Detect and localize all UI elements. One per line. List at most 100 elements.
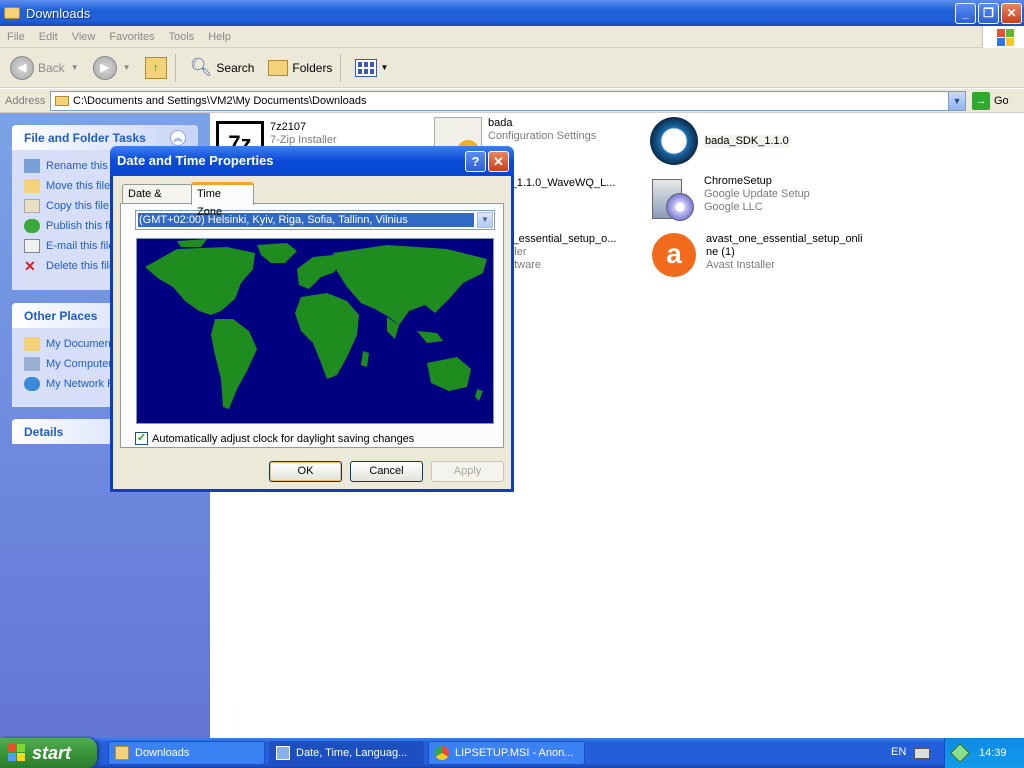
forward-arrow-icon: ▶ — [92, 55, 117, 80]
start-button[interactable]: start — [0, 738, 97, 768]
rename-icon — [24, 159, 40, 173]
time-zone-panel: (GMT+02:00) Helsinki, Kyiv, Riga, Sofia,… — [120, 203, 504, 448]
task-label: Publish this file — [46, 220, 120, 232]
collapse-chevron-icon[interactable]: ︽ — [170, 129, 186, 146]
address-dropdown-button[interactable]: ▼ — [948, 92, 965, 110]
menu-edit[interactable]: Edit — [32, 31, 65, 43]
task-label: LIPSETUP.MSI - Anon... — [455, 747, 574, 759]
task-label: E-mail this file — [46, 240, 115, 252]
dialog-titlebar[interactable]: Date and Time Properties ? ✕ — [110, 146, 514, 176]
address-bar: Address C:\Documents and Settings\VM2\My… — [0, 89, 1024, 113]
file-name-cont: ne (1) — [706, 246, 735, 258]
close-button[interactable]: ✕ — [1001, 3, 1022, 24]
search-button[interactable]: 🔍︎ Search — [186, 52, 259, 84]
back-label: Back — [38, 60, 65, 75]
windows-logo-icon — [982, 26, 1024, 48]
network-icon — [24, 377, 40, 391]
menu-favorites[interactable]: Favorites — [102, 31, 161, 43]
network-status-icon[interactable] — [950, 743, 970, 763]
toolbar: ◀ Back ▼ ▶ ▼ ↑ 🔍︎ Search Folders ▼ — [0, 48, 1024, 88]
address-input[interactable]: C:\Documents and Settings\VM2\My Documen… — [50, 91, 966, 111]
file-name: ChromeSetup — [704, 175, 772, 187]
keyboard-icon[interactable] — [914, 748, 930, 759]
ok-button[interactable]: OK — [269, 461, 342, 482]
move-icon — [24, 179, 40, 193]
system-tray: 14:39 — [944, 738, 1024, 768]
task-label: Delete this file — [46, 260, 116, 272]
menu-bar: File Edit View Favorites Tools Help — [0, 26, 1024, 48]
maximize-button[interactable]: ❐ — [978, 3, 999, 24]
chevron-down-icon: ▼ — [70, 63, 79, 72]
dialog-title: Date and Time Properties — [117, 153, 274, 168]
menu-tools[interactable]: Tools — [162, 31, 202, 43]
back-button[interactable]: ◀ Back ▼ — [6, 52, 83, 84]
file-name: bada — [488, 117, 513, 129]
task-lipsetup[interactable]: LIPSETUP.MSI - Anon... — [428, 741, 585, 765]
task-downloads[interactable]: Downloads — [108, 741, 265, 765]
place-label: My Computer — [46, 358, 113, 370]
chevron-down-icon: ▼ — [380, 63, 389, 72]
panel-title: Details — [24, 424, 64, 439]
clock[interactable]: 14:39 — [979, 747, 1007, 759]
avast-icon: a — [652, 233, 696, 277]
task-label: Copy this file — [46, 200, 109, 212]
date-time-dialog: Date and Time Properties ? ✕ Date & Time… — [110, 146, 514, 492]
file-item-chromesetup[interactable]: ChromeSetup Google Update Setup Google LLC — [650, 175, 810, 223]
minimize-button[interactable]: _ — [955, 3, 976, 24]
dst-checkbox[interactable]: ✓ — [135, 432, 148, 445]
up-folder-button[interactable]: ↑ — [141, 52, 171, 84]
folders-button[interactable]: Folders — [264, 52, 336, 84]
address-label: Address — [5, 95, 46, 107]
menu-file[interactable]: File — [0, 31, 32, 43]
task-date-time[interactable]: Date, Time, Languag... — [269, 741, 424, 765]
file-item-bada-sdk[interactable]: bada_SDK_1.1.0 — [650, 117, 790, 165]
tab-date-time[interactable]: Date & Time — [122, 184, 192, 218]
dst-label: Automatically adjust clock for daylight … — [152, 432, 415, 445]
search-icon: 🔍︎ — [189, 57, 213, 77]
address-path: C:\Documents and Settings\VM2\My Documen… — [73, 95, 367, 107]
chevron-down-icon[interactable]: ▼ — [477, 212, 493, 228]
file-item-avast-setup[interactable]: a avast_one_essential_setup_onli ne (1) Av… — [652, 233, 863, 277]
toolbar-separator — [340, 53, 342, 82]
folder-icon — [55, 96, 69, 106]
copy-icon — [24, 199, 40, 213]
views-icon — [355, 58, 378, 77]
my-documents-icon — [24, 337, 40, 351]
language-indicator[interactable]: EN — [891, 746, 906, 758]
go-label: Go — [994, 95, 1009, 107]
go-arrow-icon: → — [972, 92, 990, 110]
task-label: Date, Time, Languag... — [296, 747, 408, 759]
time-zone-select[interactable]: (GMT+02:00) Helsinki, Kyiv, Riga, Sofia,… — [135, 210, 495, 230]
land-masses — [145, 239, 487, 409]
go-button[interactable]: → Go — [972, 92, 1009, 110]
task-label: Move this file — [46, 180, 111, 192]
cancel-button[interactable]: Cancel — [350, 461, 423, 482]
window-title: Downloads — [26, 5, 91, 21]
help-button[interactable]: ? — [465, 151, 486, 172]
file-name: bada_SDK_1.1.0 — [704, 135, 790, 148]
taskbar: start Downloads Date, Time, Languag... L… — [0, 738, 1024, 768]
time-zone-value: (GMT+02:00) Helsinki, Kyiv, Riga, Sofia,… — [138, 213, 474, 227]
chrome-icon — [435, 746, 449, 760]
windows-flag-icon — [8, 744, 26, 762]
start-label: start — [32, 742, 72, 763]
menu-view[interactable]: View — [65, 31, 103, 43]
apply-button[interactable]: Apply — [431, 461, 504, 482]
menu-help[interactable]: Help — [201, 31, 238, 43]
panel-title: File and Folder Tasks — [24, 130, 146, 145]
views-button[interactable]: ▼ — [351, 52, 392, 84]
forward-button[interactable]: ▶ ▼ — [89, 52, 135, 84]
up-folder-icon: ↑ — [144, 56, 167, 79]
dialog-close-button[interactable]: ✕ — [488, 151, 509, 172]
setup-icon — [650, 175, 698, 223]
folder-icon — [115, 746, 129, 760]
publish-icon — [24, 219, 40, 233]
back-arrow-icon: ◀ — [10, 55, 34, 80]
search-label: Search — [216, 60, 255, 75]
tab-time-zone[interactable]: Time Zone — [191, 182, 254, 218]
control-panel-icon — [276, 746, 290, 760]
dst-checkbox-row[interactable]: ✓ Automatically adjust clock for dayligh… — [135, 432, 414, 445]
delete-icon: ✕ — [24, 258, 36, 274]
file-name: avast_one_essential_setup_onli — [706, 233, 863, 245]
window-titlebar[interactable]: Downloads _ ❐ ✕ — [0, 0, 1024, 26]
